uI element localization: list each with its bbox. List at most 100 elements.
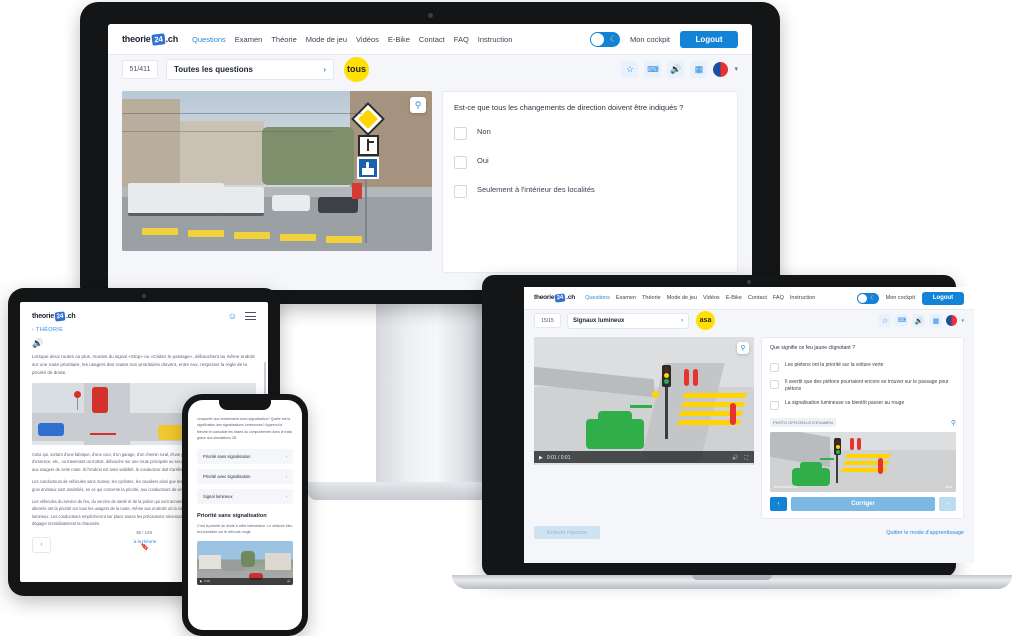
sound-icon[interactable]: 🔊: [667, 60, 685, 78]
nav-item-videos[interactable]: Vidéos: [703, 295, 720, 301]
logo[interactable]: theorie 24 .ch: [32, 310, 76, 322]
list-item-label: Priorité sans signalisation: [203, 453, 251, 459]
phone-notch: [219, 400, 271, 410]
nav-item-ebike[interactable]: E-Bike: [388, 35, 410, 44]
answer-checkbox[interactable]: [770, 401, 779, 411]
answer-checkbox[interactable]: [454, 127, 467, 141]
nav-item-theorie[interactable]: Théorie: [642, 295, 661, 301]
volume-icon[interactable]: 🔊: [732, 455, 738, 461]
illus-car-roof: [800, 462, 822, 471]
answer-checkbox[interactable]: [770, 362, 779, 372]
illus-light-pole: [836, 455, 838, 484]
tablet-previous-button[interactable]: ‹: [32, 537, 51, 554]
answer-option[interactable]: Oui: [454, 156, 726, 170]
illus-pedestrian-1: [850, 438, 854, 451]
phone-video-thumbnail[interactable]: ▶ 0:01 🔊 ⛶: [197, 540, 293, 585]
nav-item-theorie[interactable]: Théorie: [271, 35, 296, 44]
question-video[interactable]: ⚲ ▶ 0:01 / 0:01 🔊 ⛶ ⋮: [534, 337, 754, 465]
logo-text-left: theorie: [534, 294, 555, 301]
nav-item-examen[interactable]: Examen: [616, 295, 636, 301]
video-progress[interactable]: [534, 463, 754, 465]
nav-item-videos[interactable]: Vidéos: [356, 35, 379, 44]
fullscreen-icon[interactable]: ⛶: [744, 455, 748, 461]
sound-icon[interactable]: 🔊: [20, 333, 268, 349]
phone-video-controls[interactable]: ▶ 0:01 🔊 ⛶: [197, 577, 293, 585]
answer-option[interactable]: Seulement à l'intérieur des localités: [454, 185, 726, 199]
category-selector[interactable]: Signaux lumineux ›: [567, 312, 689, 329]
question-photo[interactable]: ⚲: [122, 91, 432, 251]
magnifier-icon[interactable]: ⚲: [951, 419, 956, 427]
laptop-content: ⚲ ▶ 0:01 / 0:01 🔊 ⛶ ⋮: [524, 331, 974, 520]
answer-option[interactable]: Les piétons ont la priorité sur la voitu…: [770, 362, 956, 372]
answer-option[interactable]: Non: [454, 127, 726, 141]
report-icon[interactable]: ⌨: [895, 314, 909, 327]
nav-item-contact[interactable]: Contact: [748, 295, 767, 301]
logo-text-right: .ch: [65, 312, 76, 320]
tablet-illus-sign-pole: [77, 398, 78, 411]
nav-item-contact[interactable]: Contact: [419, 35, 445, 44]
list-item-label: Priorité avec signalisation: [203, 473, 251, 479]
dark-mode-toggle[interactable]: ☾: [589, 31, 620, 47]
photo-crossing-4: [280, 234, 316, 241]
remove-answer-button[interactable]: Enlever réponse: [534, 526, 600, 540]
logo[interactable]: theorie 24 .ch: [122, 32, 178, 46]
answer-option[interactable]: Il avertit que des piétons pourraient en…: [770, 379, 956, 394]
dark-mode-toggle[interactable]: ☾: [856, 292, 879, 304]
star-icon[interactable]: ☆: [878, 314, 892, 327]
nav-item-faq[interactable]: FAQ: [454, 35, 469, 44]
logo-badge: 24: [150, 32, 166, 46]
laptop-base-notch: [692, 575, 772, 580]
volume-icon[interactable]: 🔊: [287, 579, 291, 583]
report-icon[interactable]: ⌨: [644, 60, 662, 78]
cockpit-link[interactable]: Mon cockpit: [886, 295, 915, 301]
list-item[interactable]: Priorité sans signalisation ›: [197, 448, 293, 464]
answer-checkbox[interactable]: [454, 185, 467, 199]
hamburger-icon[interactable]: [245, 312, 256, 320]
nav-item-instruction[interactable]: Instruction: [790, 295, 815, 301]
chevron-down-icon[interactable]: ▾: [734, 65, 738, 73]
flag-fr-icon[interactable]: [946, 315, 958, 326]
flag-fr-icon[interactable]: [713, 61, 729, 77]
list-item[interactable]: Signal lumineux ›: [197, 488, 293, 504]
correct-button[interactable]: Corriger: [791, 497, 935, 512]
pedestrian-crossing-sign-icon: [357, 157, 379, 179]
logo[interactable]: theorie 24 .ch: [534, 293, 575, 303]
play-icon[interactable]: ▶: [539, 455, 543, 461]
logout-button[interactable]: Logout: [922, 291, 964, 305]
next-question-button[interactable]: ›: [939, 497, 956, 512]
sound-icon[interactable]: 🔊: [912, 314, 926, 327]
answer-checkbox[interactable]: [770, 379, 779, 389]
laptop-screen: theorie 24 .ch Questions Examen Théorie Mo…: [524, 287, 974, 563]
question-counter: 15/15: [534, 313, 561, 328]
question-card: Que signifie ce feu jaune clignotant ? L…: [761, 337, 964, 520]
nav-item-instruction[interactable]: Instruction: [478, 35, 513, 44]
grid-icon[interactable]: ▦: [929, 314, 943, 327]
nav-item-ebike[interactable]: E-Bike: [726, 295, 742, 301]
magnifier-icon[interactable]: ⚲: [737, 342, 749, 354]
grid-icon[interactable]: ▦: [690, 60, 708, 78]
quit-learning-mode-link[interactable]: Quitter le mode d'apprentissage: [886, 530, 964, 536]
star-icon[interactable]: ☆: [621, 60, 639, 78]
answer-checkbox[interactable]: [454, 156, 467, 170]
question-text: Est-ce que tous les changements de direc…: [454, 103, 684, 112]
thumb-tree: [241, 550, 255, 567]
logout-button[interactable]: Logout: [680, 30, 738, 48]
account-icon[interactable]: ☺: [228, 311, 237, 321]
tablet-illus-arrow: [90, 433, 116, 436]
nav-item-mode-de-jeu[interactable]: Mode de jeu: [306, 35, 347, 44]
category-selector[interactable]: Toutes les questions ›: [166, 58, 334, 80]
list-item[interactable]: Priorité avec signalisation ›: [197, 468, 293, 484]
answer-illustration: theorie24.ch asa: [770, 432, 956, 493]
answer-label: Non: [477, 127, 491, 137]
nav-item-faq[interactable]: FAQ: [773, 295, 784, 301]
nav-item-examen[interactable]: Examen: [235, 35, 263, 44]
play-icon[interactable]: ▶: [200, 579, 202, 583]
chevron-down-icon[interactable]: ▾: [961, 318, 964, 324]
nav-item-questions[interactable]: Questions: [585, 295, 610, 301]
answer-option[interactable]: La signalisation lumineuse va bientôt pa…: [770, 400, 956, 411]
previous-question-button[interactable]: ‹: [770, 497, 787, 512]
cockpit-link[interactable]: Mon cockpit: [630, 35, 670, 44]
nav-item-questions[interactable]: Questions: [192, 35, 226, 44]
magnifier-icon[interactable]: ⚲: [410, 97, 426, 113]
nav-item-mode-de-jeu[interactable]: Mode de jeu: [667, 295, 697, 301]
